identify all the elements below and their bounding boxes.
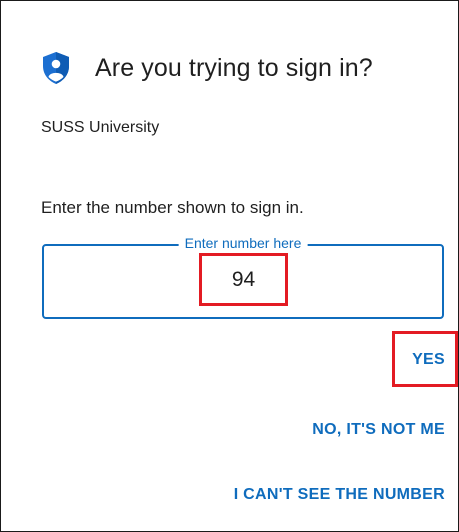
yes-highlight-box — [392, 331, 458, 387]
number-input-value: 94 — [231, 267, 256, 291]
authenticator-lock-icon — [43, 52, 69, 84]
number-input-label: Enter number here — [178, 235, 308, 251]
not-me-button[interactable]: NO, IT'S NOT ME — [312, 421, 445, 439]
cant-see-number-button[interactable]: I CAN'T SEE THE NUMBER — [234, 486, 445, 504]
instruction-text: Enter the number shown to sign in. — [41, 198, 304, 217]
dialog-title: Are you trying to sign in? — [95, 53, 373, 82]
sign-in-dialog: Are you trying to sign in? SUSS Universi… — [0, 0, 459, 532]
organization-name: SUSS University — [41, 119, 160, 136]
dialog-header: Are you trying to sign in? — [41, 51, 373, 85]
number-highlight-box[interactable]: 94 — [199, 253, 288, 306]
